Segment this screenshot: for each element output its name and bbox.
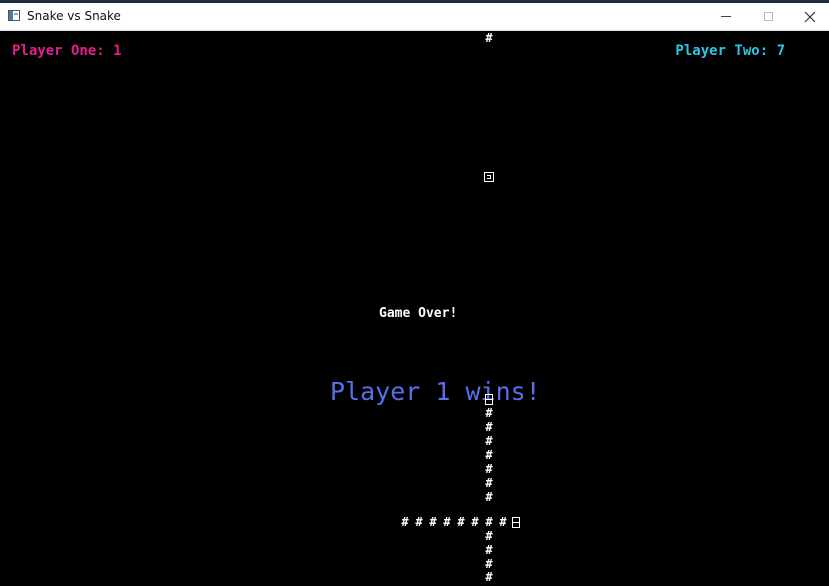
close-button[interactable] <box>789 3 829 30</box>
game-board[interactable]: Player One: 1 Player Two: 7 # Game Over!… <box>0 31 829 586</box>
close-icon <box>804 11 816 22</box>
snake-segment: # <box>471 515 479 529</box>
minimize-button[interactable] <box>705 3 747 30</box>
snake-segment: # <box>485 543 493 557</box>
snake-head <box>512 517 520 528</box>
snake-segment: # <box>485 434 493 448</box>
snake-segment: # <box>485 529 493 543</box>
snake-segment: # <box>485 420 493 434</box>
snake-segment: # <box>443 515 451 529</box>
snake-head <box>485 394 493 405</box>
snake-segment: # <box>485 31 493 45</box>
app-icon <box>8 10 20 21</box>
snake-segment: # <box>485 557 493 571</box>
snake-segment: # <box>401 515 409 529</box>
snake-segment: # <box>485 570 493 584</box>
game-over-text: Game Over! <box>379 306 458 321</box>
minimize-icon <box>721 16 731 17</box>
player-one-score: Player One: 1 <box>12 43 122 59</box>
snake-segment: # <box>485 476 493 490</box>
player-two-score: Player Two: 7 <box>675 43 785 59</box>
window-title: Snake vs Snake <box>27 9 121 23</box>
window-titlebar[interactable]: Snake vs Snake <box>0 3 829 31</box>
snake-segment: # <box>485 462 493 476</box>
snake-segment: # <box>499 515 507 529</box>
snake-segment: # <box>485 448 493 462</box>
snake-segment: # <box>485 490 493 504</box>
snake-segment: # <box>485 515 493 529</box>
snake-segment: # <box>415 515 423 529</box>
maximize-button[interactable] <box>747 3 789 30</box>
food-item <box>484 172 494 182</box>
maximize-icon <box>763 12 773 21</box>
snake-segment: # <box>429 515 437 529</box>
snake-segment: # <box>485 406 493 420</box>
snake-segment: # <box>457 515 465 529</box>
winner-text: Player 1 wins! <box>330 377 541 406</box>
